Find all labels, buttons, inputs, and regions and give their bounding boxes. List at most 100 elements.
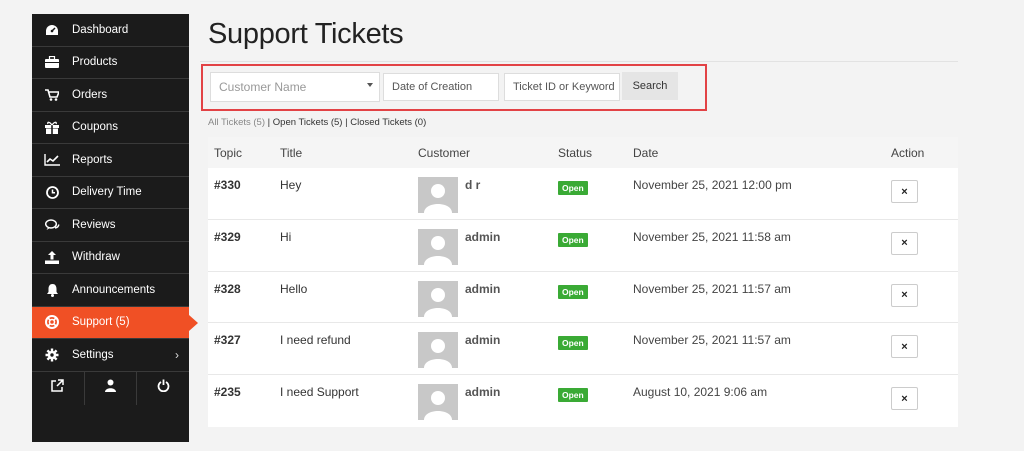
comments-icon bbox=[44, 217, 60, 233]
ticket-date: November 25, 2021 11:58 am bbox=[633, 229, 791, 244]
avatar bbox=[418, 280, 458, 317]
search-button[interactable]: Search bbox=[622, 72, 678, 100]
sidebar-item-label: Products bbox=[72, 56, 118, 69]
table-row: #330 Hey d r Open November 25, 2021 12:0… bbox=[208, 168, 958, 220]
sidebar-item-dashboard[interactable]: Dashboard bbox=[32, 14, 189, 47]
gear-icon bbox=[44, 347, 60, 363]
ticket-keyword-field[interactable]: Ticket ID or Keyword bbox=[504, 73, 620, 101]
filter-bar: Customer Name Date of Creation Ticket ID… bbox=[201, 64, 707, 111]
sidebar-item-withdraw[interactable]: Withdraw bbox=[32, 242, 189, 274]
close-ticket-button[interactable]: × bbox=[891, 231, 918, 255]
status-badge: Open bbox=[558, 336, 588, 351]
profile-button[interactable] bbox=[85, 371, 138, 405]
table-row: #329 Hi admin Open November 25, 2021 11:… bbox=[208, 220, 958, 272]
sidebar-item-products[interactable]: Products bbox=[32, 47, 189, 79]
logout-button[interactable] bbox=[137, 372, 189, 405]
sidebar-item-reviews[interactable]: Reviews bbox=[32, 209, 189, 242]
customer-name: admin bbox=[465, 281, 501, 296]
header-topic: Topic bbox=[214, 145, 243, 160]
close-ticket-button[interactable]: × bbox=[891, 387, 918, 411]
upload-icon bbox=[44, 249, 60, 265]
customer-name: admin bbox=[465, 385, 501, 400]
sidebar-item-reports[interactable]: Reports bbox=[32, 144, 189, 177]
table-header: Topic Title Customer Status Date Action bbox=[208, 137, 958, 168]
sidebar-bottom-bar bbox=[32, 371, 189, 405]
chevron-down-icon bbox=[367, 83, 373, 87]
avatar bbox=[418, 332, 458, 369]
line-chart-icon bbox=[44, 152, 60, 168]
sidebar-item-label: Orders bbox=[72, 88, 108, 101]
avatar bbox=[418, 177, 458, 213]
sidebar-item-delivery-time[interactable]: Delivery Time bbox=[32, 177, 189, 209]
ticket-topic-link[interactable]: #329 bbox=[214, 230, 241, 244]
customer-name: admin bbox=[465, 333, 501, 348]
separator: | bbox=[265, 117, 273, 128]
sidebar-item-label: Coupons bbox=[72, 121, 119, 134]
ticket-topic-link[interactable]: #327 bbox=[214, 333, 241, 347]
page-title: Support Tickets bbox=[208, 18, 404, 50]
header-action: Action bbox=[891, 145, 925, 160]
close-ticket-button[interactable]: × bbox=[891, 180, 918, 203]
sidebar: Dashboard Products Orders Coupons Report… bbox=[32, 14, 198, 442]
title-divider bbox=[200, 61, 958, 62]
customer-name: admin bbox=[465, 229, 501, 244]
ticket-status-filter: All Tickets (5) | Open Tickets (5) | Clo… bbox=[208, 117, 426, 128]
external-link-button[interactable] bbox=[32, 371, 85, 405]
sidebar-item-announcements[interactable]: Announcements bbox=[32, 274, 189, 307]
table-row: #328 Hello admin Open November 25, 2021 … bbox=[208, 272, 958, 324]
header-date: Date bbox=[633, 145, 659, 160]
table-row: #235 I need Support admin Open August 10… bbox=[208, 375, 958, 427]
sidebar-item-label: Support (5) bbox=[72, 316, 130, 329]
sidebar-item-coupons[interactable]: Coupons bbox=[32, 112, 189, 144]
ticket-date: November 25, 2021 11:57 am bbox=[633, 281, 791, 296]
close-ticket-button[interactable]: × bbox=[891, 283, 918, 307]
customer-name-select[interactable]: Customer Name bbox=[210, 72, 380, 102]
date-of-creation-field[interactable]: Date of Creation bbox=[383, 73, 499, 101]
sidebar-item-settings[interactable]: Settings › bbox=[32, 339, 189, 372]
sidebar-item-orders[interactable]: Orders bbox=[32, 79, 189, 112]
status-badge: Open bbox=[558, 181, 588, 195]
table-row: #327 I need refund admin Open November 2… bbox=[208, 323, 958, 376]
gift-icon bbox=[44, 119, 60, 135]
user-icon bbox=[105, 379, 116, 397]
keyword-placeholder: Ticket ID or Keyword bbox=[513, 81, 615, 93]
header-title: Title bbox=[280, 145, 303, 160]
lifebuoy-icon bbox=[44, 314, 60, 330]
ticket-date: August 10, 2021 9:06 am bbox=[633, 385, 768, 400]
clock-icon bbox=[44, 184, 60, 200]
dashboard-icon bbox=[44, 22, 60, 38]
customer-name-placeholder: Customer Name bbox=[219, 80, 307, 94]
sidebar-item-label: Reports bbox=[72, 153, 113, 166]
sidebar-item-label: Dashboard bbox=[72, 23, 129, 36]
ticket-title-link[interactable]: I need Support bbox=[280, 385, 359, 399]
header-customer: Customer bbox=[418, 145, 471, 160]
ticket-date: November 25, 2021 11:57 am bbox=[633, 333, 791, 348]
customer-name: d r bbox=[465, 178, 481, 192]
ticket-title-link[interactable]: Hi bbox=[280, 230, 291, 244]
status-badge: Open bbox=[558, 388, 588, 403]
briefcase-icon bbox=[44, 54, 60, 70]
bell-icon bbox=[44, 282, 60, 298]
ticket-topic-link[interactable]: #235 bbox=[214, 385, 241, 399]
sidebar-item-support[interactable]: Support (5) bbox=[32, 306, 198, 339]
chevron-right-icon: › bbox=[175, 347, 179, 362]
sidebar-item-label: Withdraw bbox=[72, 251, 120, 264]
tickets-table: Topic Title Customer Status Date Action … bbox=[208, 137, 958, 427]
avatar bbox=[418, 384, 458, 421]
ticket-title-link[interactable]: I need refund bbox=[280, 333, 351, 347]
sidebar-item-label: Reviews bbox=[72, 218, 116, 231]
status-badge: Open bbox=[558, 232, 588, 247]
date-placeholder: Date of Creation bbox=[392, 81, 473, 93]
close-ticket-button[interactable]: × bbox=[891, 335, 918, 359]
closed-tickets-link[interactable]: Closed Tickets (0) bbox=[350, 117, 426, 128]
open-tickets-link[interactable]: Open Tickets (5) bbox=[273, 117, 343, 128]
all-tickets-link[interactable]: All Tickets (5) bbox=[208, 117, 265, 128]
external-link-icon bbox=[51, 379, 65, 397]
ticket-topic-link[interactable]: #330 bbox=[214, 178, 241, 192]
sidebar-item-label: Announcements bbox=[72, 283, 156, 296]
ticket-title-link[interactable]: Hello bbox=[280, 282, 307, 296]
power-icon bbox=[157, 379, 170, 397]
sidebar-item-label: Settings bbox=[72, 348, 114, 361]
ticket-title-link[interactable]: Hey bbox=[280, 178, 301, 192]
ticket-topic-link[interactable]: #328 bbox=[214, 282, 241, 296]
